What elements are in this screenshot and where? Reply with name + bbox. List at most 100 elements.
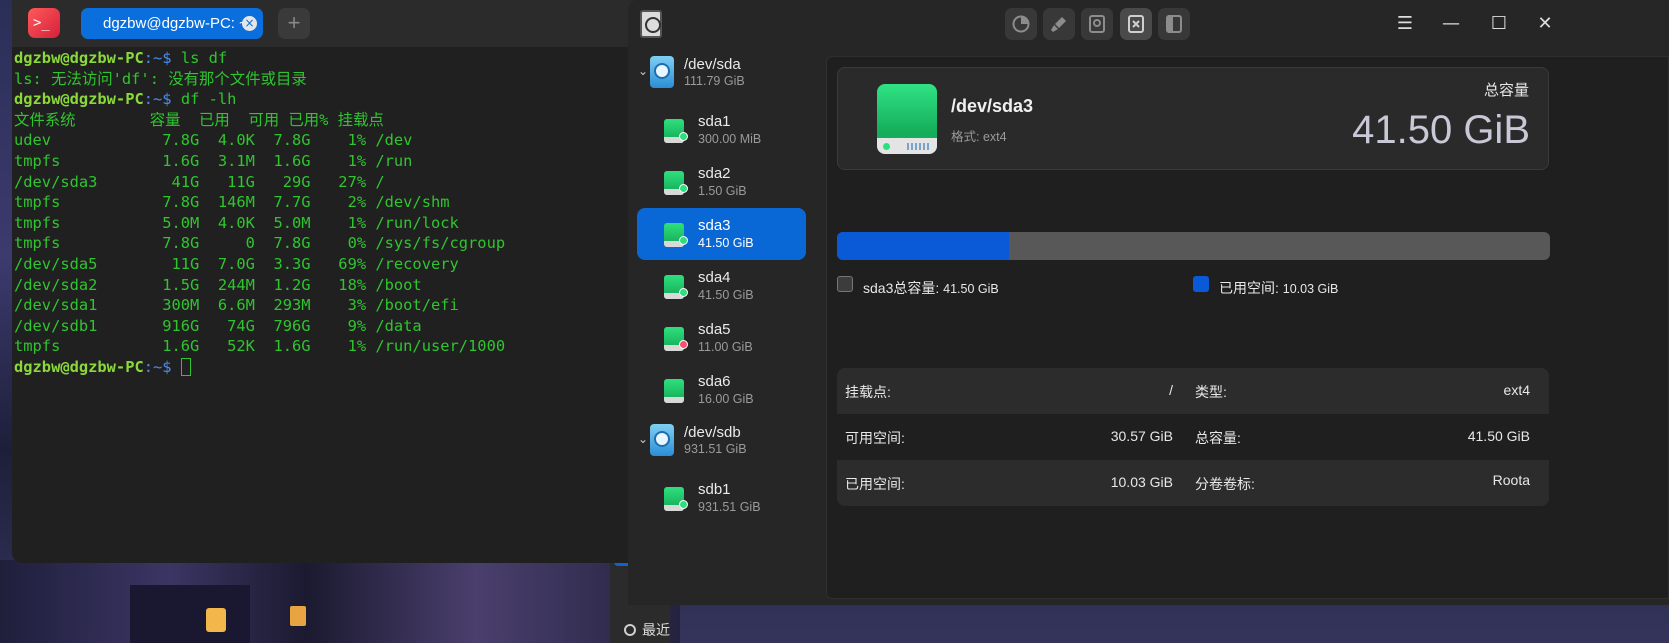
legend-total-swatch [837,276,853,292]
terminal-output[interactable]: dgzbw@dgzbw-PC:~$ ls df ls: 无法访问'df': 没有那… [14,48,652,563]
terminal-cursor [180,358,191,377]
output-text: /dev/sdb1 916G 74G 796G 9% /data [14,316,422,335]
terminal-line: /dev/sda3 41G 11G 29G 27% / [14,172,652,193]
mounted-badge-icon [679,500,688,509]
pie-icon [1012,15,1030,33]
partition-format: 格式: ext4 [951,130,1007,144]
capacity-label: 总容量 [1483,82,1529,99]
terminal-line: /dev/sda5 11G 7.0G 3.3G 69% /recovery [14,254,652,275]
partition-item-sda4[interactable]: sda4 41.50 GiB [637,260,806,312]
legend-total-value: 41.50 GiB [943,282,999,296]
add-tab-button[interactable]: + [278,8,310,39]
terminal-line: tmpfs 7.8G 0 7.8G 0% /sys/fs/cgroup [14,233,652,254]
output-text: udev 7.8G 4.0K 7.8G 1% /dev [14,131,413,150]
legend-total-label: sda3总容量: [863,280,940,296]
partition-properties-table: 挂载点: / 类型: ext4 可用空间: 30.57 GiB 总容量: 41.… [837,368,1549,506]
terminal-line: 文件系统 容量 已用 可用 已用% 挂载点 [14,110,652,131]
partition-size: 41.50 GiB [698,288,754,302]
terminal-line: tmpfs 7.8G 146M 7.7G 2% /dev/shm [14,192,652,213]
legend-used-swatch [1193,276,1209,292]
partition-item-sda2[interactable]: sda2 1.50 GiB [637,156,806,208]
partition-name: sda1 [698,113,731,130]
hard-disk-icon [650,424,674,456]
disk-item-sda[interactable]: ⌄ /dev/sda 111.79 GiB [634,54,814,94]
free-space-value: 30.57 GiB [1110,428,1173,444]
partition-item-sda1[interactable]: sda1 300.00 MiB [637,104,806,156]
partition-icon [664,379,684,403]
hard-disk-icon [650,56,674,88]
volume-label-value: Roota [1492,472,1530,488]
disk-name: /dev/sda [684,56,741,73]
terminal-tab[interactable]: dgzbw@dgzbw-PC: ~ × [81,8,263,39]
chevron-down-icon[interactable]: ⌄ [638,432,648,446]
tab-close-icon[interactable]: × [242,16,257,31]
disk-size: 931.51 GiB [684,442,747,456]
maximize-icon[interactable]: ☐ [1488,14,1510,34]
prompt-user: dgzbw@dgzbw-PC [14,90,144,109]
used-space-label: 已用空间: [845,476,905,492]
usage-bar-used [837,232,1010,260]
terminal-line: udev 7.8G 4.0K 7.8G 1% /dev [14,130,652,151]
terminal-line: dgzbw@dgzbw-PC:~$ [14,357,652,378]
total-capacity-value: 41.50 GiB [1467,428,1530,444]
terminal-line: tmpfs 5.0M 4.0K 5.0M 1% /run/lock [14,213,652,234]
output-text: /dev/sda5 11G 7.0G 3.3G 69% /recovery [14,254,459,273]
legend-used-value: 10.03 GiB [1282,282,1339,296]
partition-name: sda3 [698,217,731,234]
partition-name: sda6 [698,373,731,390]
partition-item-sda3[interactable]: sda3 41.50 GiB [637,208,806,260]
output-text: /dev/sda2 1.5G 244M 1.2G 18% /boot [14,275,422,294]
partition-button[interactable] [1005,8,1037,40]
close-icon[interactable]: ✕ [1534,14,1556,34]
eject-disk-icon [1128,15,1144,33]
desktop-wallpaper [0,560,680,643]
terminal-line: tmpfs 1.6G 52K 1.6G 1% /run/user/1000 [14,336,652,357]
disk-utility-app-icon [640,10,662,38]
device-sidebar: ⌄ /dev/sda 111.79 GiB sda1 300.00 MiB sd… [628,48,818,605]
usage-bar [837,232,1550,260]
disk-utility-titlebar: ☰ — ☐ ✕ [628,0,1669,48]
resize-button[interactable] [1158,8,1190,40]
prompt-user: dgzbw@dgzbw-PC [14,357,144,376]
prompt-path: :~$ [143,49,181,67]
prompt-path: :~$ [143,357,181,376]
total-capacity-label: 总容量: [1195,430,1241,446]
disk-item-sdb[interactable]: ⌄ /dev/sdb 931.51 GiB [634,422,814,462]
terminal-line: ls: 无法访问'df': 没有那个文件或目录 [14,69,652,90]
partition-size: 931.51 GiB [698,500,761,514]
minimize-icon[interactable]: — [1440,14,1462,34]
warning-badge-icon [679,340,688,349]
partition-item-sda6[interactable]: sda6 16.00 GiB [637,364,806,416]
volume-label-label: 分卷卷标: [1195,476,1255,492]
mounted-badge-icon [679,288,688,297]
unmount-button[interactable] [1120,8,1152,40]
partition-item-sda5[interactable]: sda5 11.00 GiB [637,312,806,364]
mounted-badge-icon [679,236,688,245]
partition-name: sda2 [698,165,731,182]
partition-detail-panel: /dev/sda3 格式: ext4 总容量 41.50 GiB sda3总容量… [826,56,1669,599]
mount-button[interactable] [1081,8,1113,40]
terminal-line: tmpfs 1.6G 3.1M 1.6G 1% /run [14,151,652,172]
disk-utility-window: ☰ — ☐ ✕ ⌄ /dev/sda 111.79 GiB sda1 300.0… [628,0,1669,605]
properties-row: 可用空间: 30.57 GiB 总容量: 41.50 GiB [837,414,1549,460]
partition-size: 300.00 MiB [698,132,762,146]
partition-item-sdb1[interactable]: sdb1 931.51 GiB [637,472,806,524]
wipe-button[interactable] [1043,8,1075,40]
chevron-down-icon[interactable]: ⌄ [638,64,648,78]
terminal-line: dgzbw@dgzbw-PC:~$ df -lh [14,89,652,110]
terminal-line: /dev/sda1 300M 6.6M 293M 3% /boot/efi [14,295,652,316]
output-text: tmpfs 1.6G 3.1M 1.6G 1% /run [14,151,413,170]
output-text: tmpfs 5.0M 4.0K 5.0M 1% /run/lock [14,213,459,232]
partition-name: sda5 [698,321,731,338]
partition-name: sdb1 [698,481,731,498]
partition-large-icon [877,84,937,154]
disk-size: 111.79 GiB [684,74,745,88]
mounted-badge-icon [679,132,688,141]
terminal-line: /dev/sda2 1.5G 244M 1.2G 18% /boot [14,275,652,296]
output-text: tmpfs 1.6G 52K 1.6G 1% /run/user/1000 [14,337,506,356]
partition-size: 41.50 GiB [698,236,754,250]
terminal-app-icon[interactable]: >_ [28,8,60,38]
properties-row: 已用空间: 10.03 GiB 分卷卷标: Roota [837,460,1549,506]
partition-title: /dev/sda3 [951,96,1034,116]
menu-icon[interactable]: ☰ [1394,14,1416,34]
